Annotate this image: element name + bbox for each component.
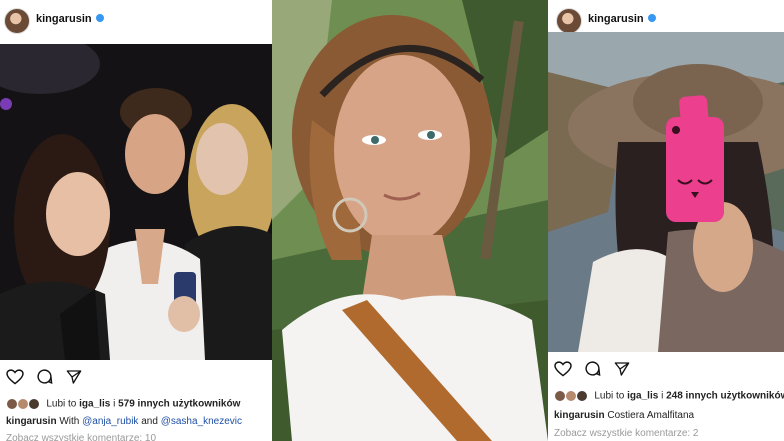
post-photo[interactable] xyxy=(548,32,784,352)
avatar[interactable] xyxy=(556,8,582,34)
verified-badge-icon xyxy=(95,14,104,23)
likes-conjunction: i xyxy=(113,398,116,410)
caption-username[interactable]: kingarusin xyxy=(6,416,57,427)
selfie-photo xyxy=(272,0,548,441)
username-text: kingarusin xyxy=(588,13,644,25)
post-caption: kingarusin Costiera Amalfitana xyxy=(554,410,694,421)
liker-avatar xyxy=(575,390,588,402)
liker-avatar xyxy=(27,398,40,410)
verified-badge-icon xyxy=(647,14,656,23)
post-actions xyxy=(554,360,674,382)
avatar[interactable] xyxy=(4,8,30,34)
instagram-post-1: kingarusin Lubi to iga_lis i 579 innych … xyxy=(0,0,272,441)
likes-count[interactable]: 579 innych użytkowników xyxy=(118,399,240,410)
liker-username[interactable]: iga_lis xyxy=(79,399,110,410)
selfie-image xyxy=(272,0,548,441)
share-icon[interactable] xyxy=(66,369,82,385)
post-actions xyxy=(6,368,126,390)
share-icon[interactable] xyxy=(614,361,630,377)
likes-prefix: Lubi to xyxy=(594,390,625,402)
likes-prefix: Lubi to xyxy=(46,398,77,410)
post-caption: kingarusin With @anja_rubik and @sasha_k… xyxy=(6,416,242,427)
caption-mention[interactable]: @anja_rubik xyxy=(82,416,138,427)
group-photo-image xyxy=(0,44,272,360)
post-header: kingarusin xyxy=(0,0,272,42)
likes-conjunction: i xyxy=(661,390,664,402)
liker-avatar xyxy=(564,390,577,402)
username-link[interactable]: kingarusin xyxy=(588,13,656,25)
caption-text: Costiera Amalfitana xyxy=(607,410,695,421)
heart-icon[interactable] xyxy=(6,369,24,385)
comment-icon[interactable] xyxy=(36,368,53,385)
heart-icon[interactable] xyxy=(554,361,572,377)
view-comments-link[interactable]: Zobacz wszystkie komentarze: 2 xyxy=(554,428,699,439)
instagram-post-2: kingarusin Lubi to iga_lis i 248 innych … xyxy=(548,0,784,441)
caption-text: With xyxy=(59,416,80,427)
phone-selfie-image xyxy=(548,32,784,352)
username-text: kingarusin xyxy=(36,13,92,25)
likes-count[interactable]: 248 innych użytkowników xyxy=(666,391,784,402)
comment-icon[interactable] xyxy=(584,360,601,377)
liker-avatar xyxy=(16,398,29,410)
caption-text: and xyxy=(141,416,158,427)
caption-username[interactable]: kingarusin xyxy=(554,410,605,421)
likes-summary[interactable]: Lubi to iga_lis i 579 innych użytkownikó… xyxy=(6,398,240,410)
username-link[interactable]: kingarusin xyxy=(36,13,104,25)
post-photo[interactable] xyxy=(0,44,272,360)
likes-summary[interactable]: Lubi to iga_lis i 248 innych użytkownikó… xyxy=(554,390,784,402)
liker-username[interactable]: iga_lis xyxy=(627,391,658,402)
view-comments-link[interactable]: Zobacz wszystkie komentarze: 10 xyxy=(6,433,156,441)
caption-mention[interactable]: @sasha_knezevic xyxy=(161,416,242,427)
